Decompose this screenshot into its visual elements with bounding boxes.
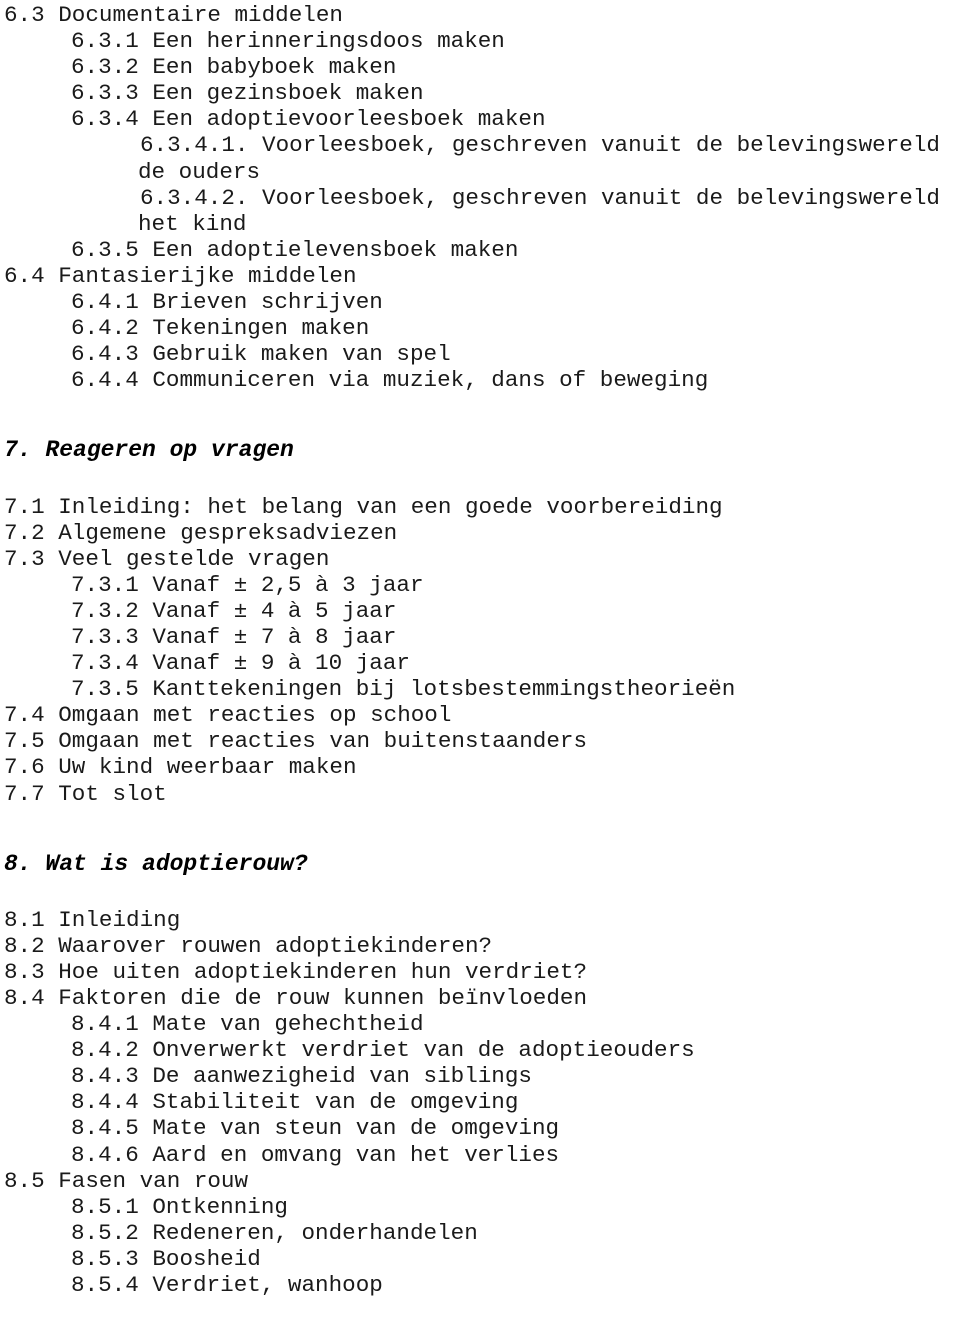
toc-entry[interactable]: 7.3.4 Vanaf ± 9 à 10 jaar	[0, 650, 960, 676]
toc-entry[interactable]: 6.3.4.1. Voorleesboek, geschreven vanuit…	[0, 132, 960, 158]
toc-entry[interactable]: 7.3.1 Vanaf ± 2,5 à 3 jaar	[0, 572, 960, 598]
toc-entry[interactable]: het kind	[0, 211, 960, 237]
toc-entry[interactable]: 7.3 Veel gestelde vragen	[0, 546, 960, 572]
chapter-spacer-below	[0, 464, 960, 494]
toc-entry[interactable]: 8.2 Waarover rouwen adoptiekinderen?	[0, 933, 960, 959]
toc-entry[interactable]: 6.4.1 Brieven schrijven	[0, 289, 960, 315]
toc-entry[interactable]: de ouders	[0, 159, 960, 185]
toc-entry[interactable]: 6.4.3 Gebruik maken van spel	[0, 341, 960, 367]
document-page: 6.3 Documentaire middelen 6.3.1 Een herin…	[0, 0, 960, 1318]
toc-entry[interactable]: 6.3.5 Een adoptielevensboek maken	[0, 237, 960, 263]
toc-entry[interactable]: 7.3.3 Vanaf ± 7 à 8 jaar	[0, 624, 960, 650]
toc-entry[interactable]: 6.3.4.2. Voorleesboek, geschreven vanuit…	[0, 185, 960, 211]
toc-entry[interactable]: 8.4.4 Stabiliteit van de omgeving	[0, 1089, 960, 1115]
toc-entry[interactable]: 6.3 Documentaire middelen	[0, 2, 960, 28]
toc-entry[interactable]: 8.4.3 De aanwezigheid van siblings	[0, 1063, 960, 1089]
chapter-spacer-above	[0, 807, 960, 851]
toc-entry[interactable]: 6.4.4 Communiceren via muziek, dans of b…	[0, 367, 960, 393]
toc-entry[interactable]: 8.4 Faktoren die de rouw kunnen beïnvloe…	[0, 985, 960, 1011]
toc-entry[interactable]: 8.4.6 Aard en omvang van het verlies	[0, 1142, 960, 1168]
toc-entry[interactable]: 8.5.3 Boosheid	[0, 1246, 960, 1272]
toc-entry[interactable]: 8.4.5 Mate van steun van de omgeving	[0, 1115, 960, 1141]
toc-entry[interactable]: 8.4.2 Onverwerkt verdriet van de adoptie…	[0, 1037, 960, 1063]
toc-entry[interactable]: 7.4 Omgaan met reacties op school	[0, 702, 960, 728]
toc-entry[interactable]: 6.3.2 Een babyboek maken	[0, 54, 960, 80]
toc-entry[interactable]: 7.3.5 Kanttekeningen bij lotsbestemmings…	[0, 676, 960, 702]
toc-entry[interactable]: 8.4.1 Mate van gehechtheid	[0, 1011, 960, 1037]
toc-entry[interactable]: 7.1 Inleiding: het belang van een goede …	[0, 494, 960, 520]
toc-entry[interactable]: 7.3.2 Vanaf ± 4 à 5 jaar	[0, 598, 960, 624]
toc-entry[interactable]: 8.5.2 Redeneren, onderhandelen	[0, 1220, 960, 1246]
toc-entry[interactable]: 7.2 Algemene gespreksadviezen	[0, 520, 960, 546]
toc-entry[interactable]: 6.3.1 Een herinneringsdoos maken	[0, 28, 960, 54]
toc-entry[interactable]: 8.5 Fasen van rouw	[0, 1168, 960, 1194]
toc-entry[interactable]: 6.4 Fantasierijke middelen	[0, 263, 960, 289]
toc-entry[interactable]: 6.4.2 Tekeningen maken	[0, 315, 960, 341]
toc-entry[interactable]: 8.1 Inleiding	[0, 907, 960, 933]
chapter-spacer-below	[0, 877, 960, 907]
toc-entry[interactable]: 6.3.3 Een gezinsboek maken	[0, 80, 960, 106]
toc-entry[interactable]: 7.7 Tot slot	[0, 781, 960, 807]
toc-entry[interactable]: 6.3.4 Een adoptievoorleesboek maken	[0, 106, 960, 132]
table-of-contents: 6.3 Documentaire middelen 6.3.1 Een herin…	[0, 0, 960, 1298]
chapter-spacer-above	[0, 393, 960, 437]
chapter-heading: 8. Wat is adoptierouw?	[4, 850, 308, 877]
toc-entry[interactable]: 7.6 Uw kind weerbaar maken	[0, 754, 960, 780]
toc-entry[interactable]: 8.5.4 Verdriet, wanhoop	[0, 1272, 960, 1298]
chapter-heading: 7. Reageren op vragen	[4, 437, 294, 464]
toc-entry[interactable]: 8.5.1 Ontkenning	[0, 1194, 960, 1220]
toc-entry[interactable]: 8.3 Hoe uiten adoptiekinderen hun verdri…	[0, 959, 960, 985]
toc-entry[interactable]: 7.5 Omgaan met reacties van buitenstaand…	[0, 728, 960, 754]
